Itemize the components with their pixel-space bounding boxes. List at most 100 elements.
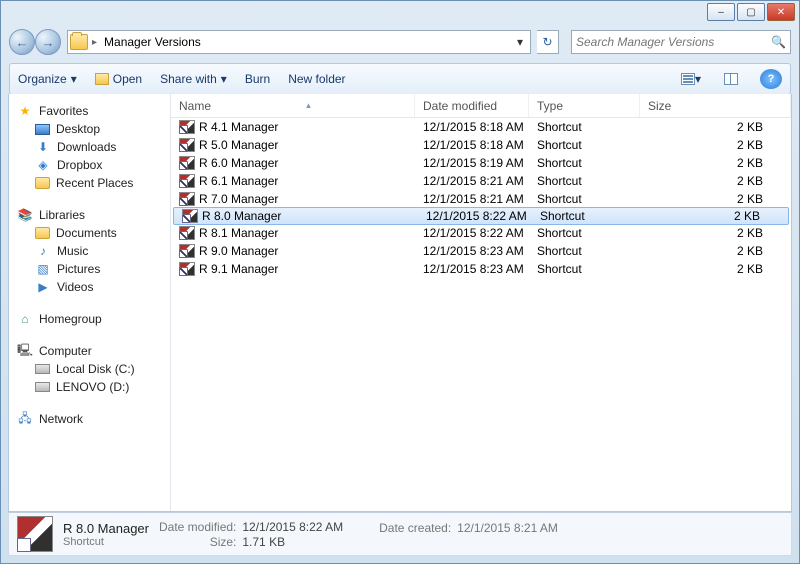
homegroup[interactable]: ⌂Homegroup	[13, 310, 166, 328]
file-name: R 9.0 Manager	[199, 244, 278, 258]
folder-icon	[35, 177, 50, 189]
file-row[interactable]: R 7.0 Manager12/1/2015 8:21 AMShortcut2 …	[171, 190, 791, 208]
sidebar-item-d-drive[interactable]: LENOVO (D:)	[13, 378, 166, 396]
file-date: 12/1/2015 8:22 AM	[415, 226, 529, 240]
search-box[interactable]: 🔍	[571, 30, 791, 54]
column-header-name[interactable]: Name ▲	[171, 94, 415, 117]
file-name: R 4.1 Manager	[199, 120, 278, 134]
file-date: 12/1/2015 8:18 AM	[415, 120, 529, 134]
documents-icon	[35, 227, 50, 239]
file-name: R 6.0 Manager	[199, 156, 278, 170]
preview-pane-button[interactable]	[720, 69, 742, 89]
breadcrumb[interactable]: Manager Versions	[101, 34, 204, 50]
address-bar[interactable]: ▸ Manager Versions ▾	[67, 30, 531, 54]
drive-icon	[35, 382, 50, 392]
open-label: Open	[113, 72, 142, 86]
chevron-down-icon: ▾	[71, 72, 77, 86]
file-date: 12/1/2015 8:23 AM	[415, 244, 529, 258]
sidebar-item-label: Documents	[56, 226, 117, 240]
view-icon	[681, 73, 695, 85]
network-icon: 🖧	[17, 412, 33, 426]
file-row[interactable]: R 5.0 Manager12/1/2015 8:18 AMShortcut2 …	[171, 136, 791, 154]
sidebar-item-label: Desktop	[56, 122, 100, 136]
sidebar-item-recent-places[interactable]: Recent Places	[13, 174, 166, 192]
file-name: R 9.1 Manager	[199, 262, 278, 276]
sidebar-item-pictures[interactable]: ▧Pictures	[13, 260, 166, 278]
sidebar-item-documents[interactable]: Documents	[13, 224, 166, 242]
minimize-button[interactable]: –	[707, 3, 735, 21]
organize-label: Organize	[18, 72, 67, 86]
computer-group[interactable]: 🖳Computer	[13, 342, 166, 360]
column-header-type[interactable]: Type	[529, 94, 640, 117]
details-file-type: Shortcut	[63, 536, 149, 548]
sidebar-item-dropbox[interactable]: ◈Dropbox	[13, 156, 166, 174]
column-header-date[interactable]: Date modified	[415, 94, 529, 117]
forward-button[interactable]: →	[35, 29, 61, 55]
shortcut-icon	[179, 156, 195, 170]
burn-button[interactable]: Burn	[245, 72, 270, 86]
search-input[interactable]	[576, 35, 771, 49]
navigation-bar: ← → ▸ Manager Versions ▾ ↻ 🔍	[9, 27, 791, 57]
column-header-row: Name ▲ Date modified Type Size	[171, 94, 791, 118]
file-size: 2 KB	[640, 174, 791, 188]
sidebar-item-downloads[interactable]: ⬇Downloads	[13, 138, 166, 156]
file-date: 12/1/2015 8:23 AM	[415, 262, 529, 276]
file-type: Shortcut	[529, 138, 640, 152]
file-type: Shortcut	[529, 262, 640, 276]
file-size: 2 KB	[640, 138, 791, 152]
favorites-label: Favorites	[39, 104, 88, 118]
file-name: R 7.0 Manager	[199, 192, 278, 206]
navigation-pane: ★Favorites Desktop ⬇Downloads ◈Dropbox R…	[9, 94, 171, 511]
shortcut-icon	[179, 120, 195, 134]
organize-button[interactable]: Organize ▾	[18, 72, 77, 86]
window-title-bar: – ▢ ✕	[1, 1, 799, 27]
file-type-icon	[17, 516, 53, 552]
details-size-label: Size:	[159, 535, 236, 549]
help-button[interactable]: ?	[760, 69, 782, 89]
sidebar-item-c-drive[interactable]: Local Disk (C:)	[13, 360, 166, 378]
address-dropdown[interactable]: ▾	[512, 35, 528, 49]
file-row[interactable]: R 9.0 Manager12/1/2015 8:23 AMShortcut2 …	[171, 242, 791, 260]
file-list-pane: Name ▲ Date modified Type Size R 4.1 Man…	[171, 94, 791, 511]
new-folder-button[interactable]: New folder	[288, 72, 345, 86]
file-row[interactable]: R 6.0 Manager12/1/2015 8:19 AMShortcut2 …	[171, 154, 791, 172]
libraries-label: Libraries	[39, 208, 85, 222]
pictures-icon: ▧	[35, 262, 51, 276]
sidebar-item-label: Recent Places	[56, 176, 133, 190]
view-options-button[interactable]: ▾	[680, 69, 702, 89]
sidebar-item-desktop[interactable]: Desktop	[13, 120, 166, 138]
file-row[interactable]: R 8.1 Manager12/1/2015 8:22 AMShortcut2 …	[171, 224, 791, 242]
column-name-label: Name	[179, 99, 211, 113]
file-type: Shortcut	[532, 209, 643, 223]
sidebar-item-music[interactable]: ♪Music	[13, 242, 166, 260]
maximize-button[interactable]: ▢	[737, 3, 765, 21]
column-header-size[interactable]: Size	[640, 94, 791, 117]
share-with-label: Share with	[160, 72, 217, 86]
open-icon	[95, 73, 109, 85]
file-row[interactable]: R 8.0 Manager12/1/2015 8:22 AMShortcut2 …	[173, 207, 789, 225]
file-name: R 5.0 Manager	[199, 138, 278, 152]
chevron-down-icon: ▾	[695, 72, 701, 86]
close-button[interactable]: ✕	[767, 3, 795, 21]
search-icon: 🔍	[771, 35, 786, 49]
file-type: Shortcut	[529, 174, 640, 188]
details-created-label: Date created:	[379, 521, 451, 535]
homegroup-icon: ⌂	[17, 312, 33, 326]
share-with-button[interactable]: Share with ▾	[160, 72, 227, 86]
file-row[interactable]: R 9.1 Manager12/1/2015 8:23 AMShortcut2 …	[171, 260, 791, 278]
sidebar-item-videos[interactable]: ▶Videos	[13, 278, 166, 296]
back-button[interactable]: ←	[9, 29, 35, 55]
file-row[interactable]: R 6.1 Manager12/1/2015 8:21 AMShortcut2 …	[171, 172, 791, 190]
file-size: 2 KB	[640, 120, 791, 134]
open-button[interactable]: Open	[95, 72, 142, 86]
file-size: 2 KB	[640, 192, 791, 206]
sidebar-item-label: Videos	[57, 280, 93, 294]
favorites-group[interactable]: ★Favorites	[13, 102, 166, 120]
refresh-button[interactable]: ↻	[537, 30, 559, 54]
network-group[interactable]: 🖧 Network	[13, 410, 166, 428]
libraries-group[interactable]: 📚Libraries	[13, 206, 166, 224]
network-label: Network	[39, 412, 83, 426]
computer-icon: 🖳	[17, 344, 33, 358]
file-row[interactable]: R 4.1 Manager12/1/2015 8:18 AMShortcut2 …	[171, 118, 791, 136]
file-list[interactable]: R 4.1 Manager12/1/2015 8:18 AMShortcut2 …	[171, 118, 791, 511]
